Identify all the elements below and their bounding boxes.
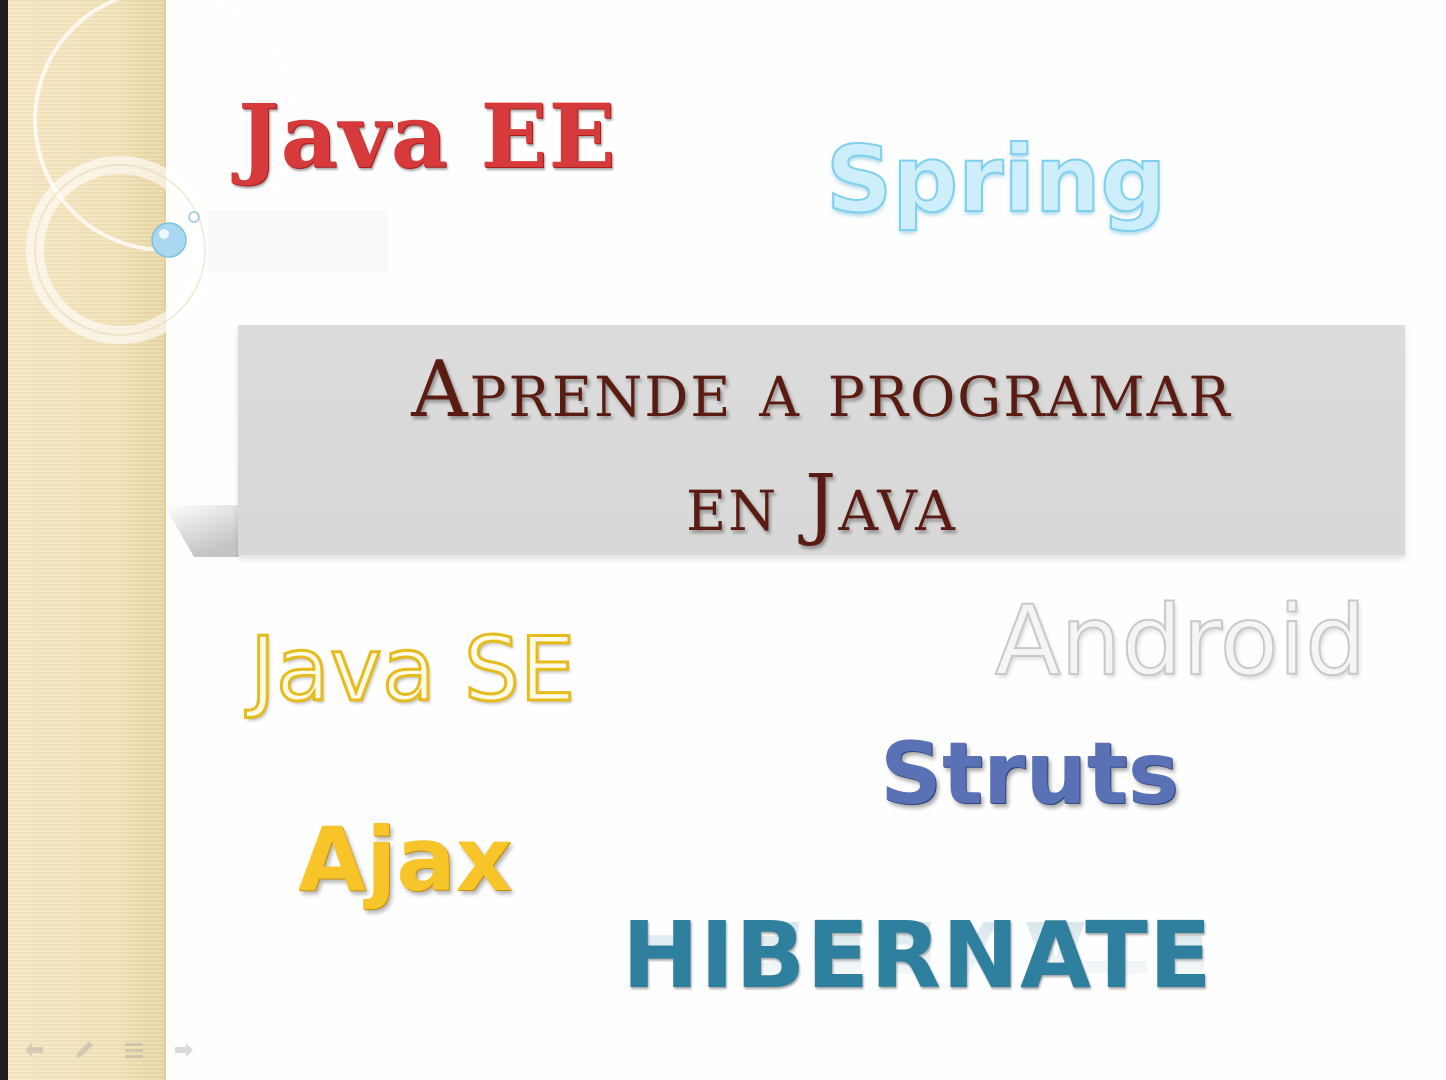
title-box-shadow	[164, 505, 239, 557]
back-arrow-icon[interactable]	[22, 1038, 46, 1062]
menu-icon[interactable]	[122, 1038, 146, 1062]
word-java-ee: Java EE	[238, 84, 617, 188]
pen-icon[interactable]	[72, 1038, 96, 1062]
title-line-1: Aprende a programar	[411, 345, 1232, 435]
slide-title: Aprende a programar en Java	[238, 333, 1405, 561]
title-line-2: en Java	[685, 459, 958, 549]
word-android: Android	[994, 584, 1367, 698]
presentation-slide: Aprende a programar en Java Java EE Spri…	[0, 0, 1446, 1080]
word-java-se: Java SE	[248, 617, 576, 723]
word-spring: Spring	[825, 125, 1167, 234]
word-hibernate-reflection: HIBERNATE	[622, 922, 1213, 992]
word-ajax: Ajax	[298, 808, 513, 911]
forward-arrow-icon[interactable]	[172, 1038, 196, 1062]
slideshow-nav-bar	[22, 1038, 196, 1062]
word-struts: Struts	[880, 724, 1179, 824]
